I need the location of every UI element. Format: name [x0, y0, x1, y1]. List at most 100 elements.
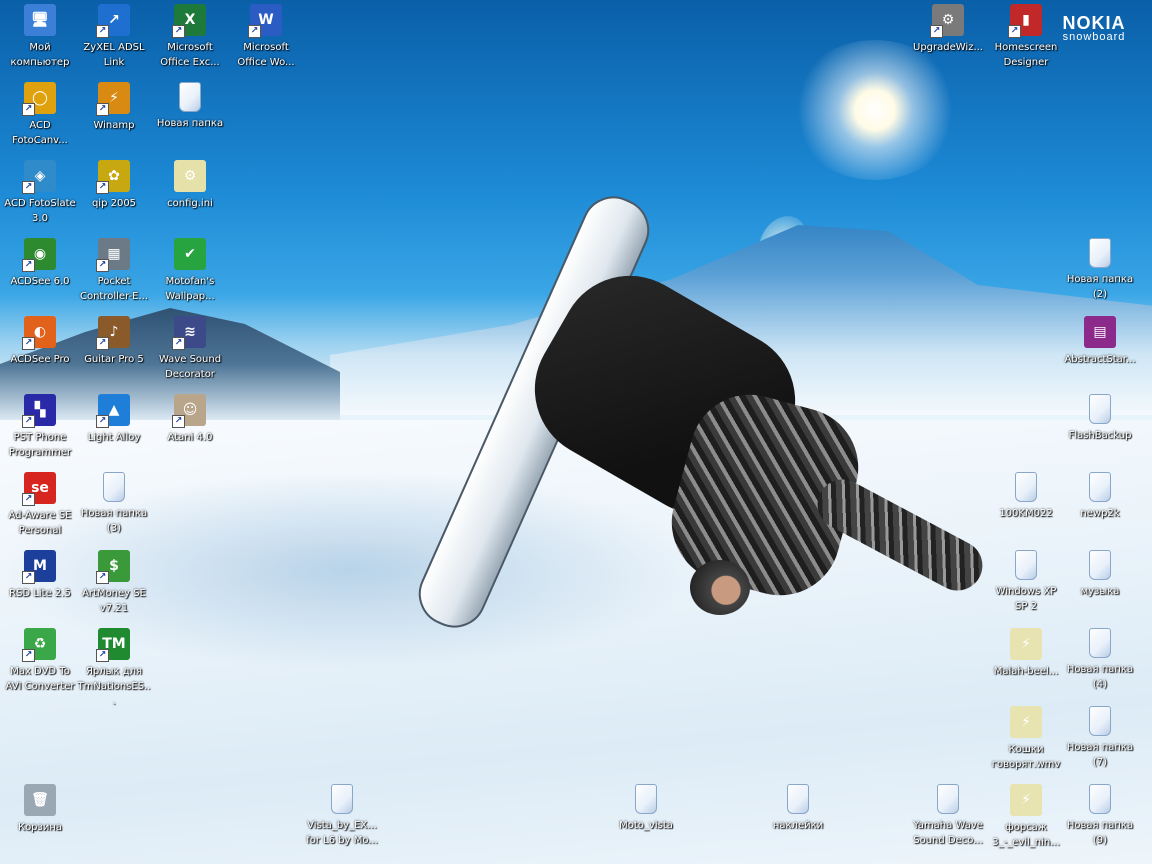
desktop-icon-guitar-pro[interactable]: ♪ Guitar Pro 5 — [76, 316, 152, 367]
acdsee-pro-icon: ◐ — [22, 316, 56, 350]
alien-head-icon: ☺ — [172, 394, 206, 428]
pst-grid-icon: ▚ — [22, 394, 56, 428]
desktop-icon-homescreen[interactable]: ▮ Homescreen Designer — [988, 4, 1064, 70]
desktop-icon-new-folder-3[interactable]: Новая папка (3) — [76, 472, 152, 536]
icon-glyph: $ — [109, 558, 119, 574]
icon-label: ArtMoney SE v7.21 — [82, 588, 146, 614]
desktop-icon-abstract-star[interactable]: ▤ AbstractStar... — [1062, 316, 1138, 367]
desktop-icon-acdsee6[interactable]: ◉ ACDSee 6.0 — [2, 238, 78, 289]
icon-label: Malah-beel... — [993, 666, 1059, 677]
folder-icon — [1089, 628, 1111, 658]
icon-glyph: X — [184, 12, 196, 28]
icon-label: Ad-Aware SE Personal — [8, 510, 72, 536]
light-alloy-icon: ▲ — [96, 394, 130, 428]
desktop-icon-adaware[interactable]: se Ad-Aware SE Personal — [2, 472, 78, 538]
desktop-icon-acd-fotoslate[interactable]: ◈ ACD FotoSlate 3.0 — [2, 160, 78, 226]
icon-glyph: ▚ — [34, 402, 46, 418]
icon-label: Новая папка — [156, 118, 224, 129]
icon-label: Ярлык для TmNationsES... — [77, 666, 151, 707]
desktop-icon-tmnations[interactable]: TM Ярлык для TmNationsES... — [76, 628, 152, 709]
green-check-icon: ✔ — [174, 238, 206, 270]
desktop-icon-moto-vista[interactable]: Moto_vista — [608, 784, 684, 833]
icon-label: Moto_vista — [619, 820, 673, 831]
icon-glyph: se — [31, 480, 49, 496]
icon-glyph: ♪ — [109, 324, 119, 340]
desktop-icon-new-folder-2[interactable]: Новая папка (2) — [1062, 238, 1138, 302]
desktop-icon-qip[interactable]: ✿ qip 2005 — [76, 160, 152, 211]
icon-label: Microsoft Office Wo... — [237, 42, 295, 68]
icon-label: ACDSee Pro — [10, 354, 70, 365]
desktop-icon-koshki[interactable]: ⚡ Кошки говорят.wmv — [988, 706, 1064, 772]
desktop-icon-new-folder-9[interactable]: Новая папка (9) — [1062, 784, 1138, 848]
icon-glyph: 🗑 — [31, 792, 49, 808]
desktop-icon-atani[interactable]: ☺ Atani 4.0 — [152, 394, 228, 445]
icon-label: Vista_by_EX... for L6 by Mo... — [306, 820, 378, 846]
folder-icon — [179, 82, 201, 112]
desktop-icon-rsd-lite[interactable]: M RSD Lite 2.5 — [2, 550, 78, 601]
desktop-icon-stickers[interactable]: наклейки — [760, 784, 836, 833]
icon-label: newp2k — [1080, 508, 1120, 519]
desktop-icon-forsazh[interactable]: ⚡ форсаж 3_-_evil_nin... — [988, 784, 1064, 850]
icon-label: config.ini — [167, 198, 213, 209]
folder-icon — [1015, 472, 1037, 502]
desktop-icon-light-alloy[interactable]: ▲ Light Alloy — [76, 394, 152, 445]
desktop-icon-wave-sound[interactable]: ≋ Wave Sound Decorator — [152, 316, 228, 382]
icon-label: ZyXEL ADSL Link — [83, 42, 145, 68]
folder-icon — [331, 784, 353, 814]
desktop-icon-100km[interactable]: 100KM022 — [988, 472, 1064, 521]
computer-icon: 🖥 — [24, 4, 56, 36]
icon-label: PST Phone Programmer — [8, 432, 72, 458]
icon-glyph: TM — [102, 636, 126, 652]
desktop-icon-new-folder[interactable]: Новая папка — [152, 82, 228, 131]
desktop-icon-excel[interactable]: X Microsoft Office Exc... — [152, 4, 228, 70]
icon-label: Microsoft Office Exc... — [160, 42, 220, 68]
desktop-icon-new-folder-4[interactable]: Новая папка (4) — [1062, 628, 1138, 692]
desktop-icon-acd-fotocanvas[interactable]: ◯ ACD FotoCanv... — [2, 82, 78, 148]
desktop-icon-pst-phone[interactable]: ▚ PST Phone Programmer — [2, 394, 78, 460]
desktop-icon-recycle-bin[interactable]: 🗑 Корзина — [2, 784, 78, 835]
icon-glyph: ▲ — [108, 402, 120, 418]
excel-icon: X — [172, 4, 206, 38]
desktop-icon-motofan[interactable]: ✔ Motofan's Wallpap... — [152, 238, 228, 304]
snowboarder-head — [690, 560, 750, 615]
desktop-icon-vista-by-ex[interactable]: Vista_by_EX... for L6 by Mo... — [304, 784, 380, 848]
icon-label: Кошки говорят.wmv — [991, 744, 1061, 770]
desktop-icon-my-computer[interactable]: 🖥 Мой компьютер — [2, 4, 78, 70]
desktop-icon-yamaha-wave[interactable]: Yamaha Wave Sound Deco... — [910, 784, 986, 848]
desktop-icon-newp2k[interactable]: newp2k — [1062, 472, 1138, 521]
icon-glyph: ◐ — [33, 324, 47, 340]
icon-label: Homescreen Designer — [994, 42, 1058, 68]
desktop-icon-pocket-controller[interactable]: ▦ Pocket Controller-E... — [76, 238, 152, 304]
icon-label: ACDSee 6.0 — [10, 276, 70, 287]
icon-label: форсаж 3_-_evil_nin... — [992, 822, 1060, 848]
icon-glyph: ✔ — [184, 246, 196, 262]
network-icon: ↗ — [96, 4, 130, 38]
desktop-icon-artmoney[interactable]: $ ArtMoney SE v7.21 — [76, 550, 152, 616]
eye-icon: ◉ — [22, 238, 56, 272]
desktop-icon-zyxel[interactable]: ↗ ZyXEL ADSL Link — [76, 4, 152, 70]
desktop-icon-upgradewiz[interactable]: ⚙ UpgradeWiz... — [910, 4, 986, 55]
icon-glyph: ♻ — [33, 636, 47, 652]
icon-glyph: 🖥 — [31, 12, 49, 28]
desktop-icon-music[interactable]: музыка — [1062, 550, 1138, 599]
desktop-icon-flashbackup[interactable]: FlashBackup — [1062, 394, 1138, 443]
money-icon: $ — [96, 550, 130, 584]
icon-label: ACD FotoCanv... — [12, 120, 68, 146]
desktop-icon-winamp[interactable]: ⚡ Winamp — [76, 82, 152, 133]
desktop-icon-max-dvd[interactable]: ♻ Max DVD To AVI Converter — [2, 628, 78, 694]
desktop-icon-new-folder-7[interactable]: Новая папка (7) — [1062, 706, 1138, 770]
icon-label: RSD Lite 2.5 — [9, 588, 71, 599]
icon-label: AbstractStar... — [1064, 354, 1136, 365]
desktop-icon-config[interactable]: ⚙ config.ini — [152, 160, 228, 211]
recycle-bin-icon: 🗑 — [24, 784, 56, 816]
desktop-icon-acdsee-pro[interactable]: ◐ ACDSee Pro — [2, 316, 78, 367]
pda-icon: ▦ — [96, 238, 130, 272]
icon-label: Новая папка (4) — [1066, 664, 1134, 690]
folder-icon — [1089, 394, 1111, 424]
folder-icon — [1015, 550, 1037, 580]
desktop-icon-malah-beel[interactable]: ⚡ Malah-beel... — [988, 628, 1064, 679]
desktop-icon-windows-xp-sp2[interactable]: Windows XP SP 2 — [988, 550, 1064, 614]
icon-glyph: ◉ — [33, 246, 47, 262]
desktop-icon-word[interactable]: W Microsoft Office Wo... — [228, 4, 304, 70]
recycle-arrows-icon: ♻ — [22, 628, 56, 662]
